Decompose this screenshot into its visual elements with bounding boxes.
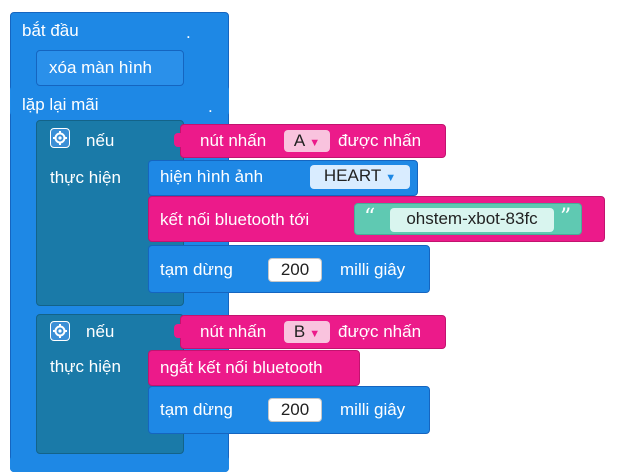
condition-prefix-1: nút nhấn <box>200 131 267 150</box>
device-name-value: ohstem-xbot-83fc <box>406 209 538 228</box>
dropdown-arrow-icon: ▼ <box>385 172 397 184</box>
forever-label: lặp lại mãi <box>22 95 99 114</box>
if-label-1: nếu <box>86 131 115 150</box>
bluetooth-disconnect-label: ngắt kết nối bluetooth <box>160 358 323 377</box>
gear-icon[interactable] <box>50 321 70 341</box>
condition-suffix-1: được nhấn <box>338 131 422 150</box>
show-image-label: hiện hình ảnh <box>160 167 264 186</box>
if-label-2: nếu <box>86 322 115 341</box>
bluetooth-connect-label: kết nối bluetooth tới <box>160 210 310 229</box>
wait-value-field-1[interactable]: 200 <box>268 258 322 282</box>
gear-icon[interactable] <box>50 128 70 148</box>
close-quote-icon: ” <box>560 205 572 230</box>
condition-suffix-2: được nhấn <box>338 322 422 341</box>
forever-block-bottom <box>10 456 229 472</box>
dropdown-arrow-icon: ▼ <box>309 137 321 149</box>
button-select-a-value: A <box>293 131 306 150</box>
wait-value-field-2[interactable]: 200 <box>268 398 322 422</box>
button-select-a[interactable]: A ▼ <box>284 130 330 152</box>
dropdown-arrow-icon: ▼ <box>309 328 321 340</box>
device-name-field[interactable]: ohstem-xbot-83fc <box>390 208 554 232</box>
button-select-b[interactable]: B ▼ <box>284 321 330 343</box>
do-label-2: thực hiện <box>50 357 121 376</box>
condition-tab <box>174 324 182 338</box>
wait-value-1: 200 <box>280 260 310 279</box>
wait-unit-2: milli giây <box>340 400 406 419</box>
button-select-b-value: B <box>293 322 306 341</box>
clear-screen-label: xóa màn hình <box>49 58 153 77</box>
start-block-dot: . <box>186 23 191 42</box>
blocks-workspace[interactable]: bắt đầu . xóa màn hình lặp lại mãi . nếu… <box>0 0 635 476</box>
wait-value-2: 200 <box>280 400 310 419</box>
do-label-1: thực hiện <box>50 168 121 187</box>
wait-unit-1: milli giây <box>340 260 406 279</box>
image-select-value: HEART <box>323 166 382 185</box>
start-block-label: bắt đầu <box>22 21 79 40</box>
wait-label-1: tạm dừng <box>160 260 233 279</box>
image-select[interactable]: HEART ▼ <box>310 165 410 189</box>
open-quote-icon: “ <box>364 205 376 230</box>
condition-tab <box>174 133 182 147</box>
forever-dot: . <box>208 97 213 116</box>
condition-prefix-2: nút nhấn <box>200 322 267 341</box>
wait-label-2: tạm dừng <box>160 400 233 419</box>
